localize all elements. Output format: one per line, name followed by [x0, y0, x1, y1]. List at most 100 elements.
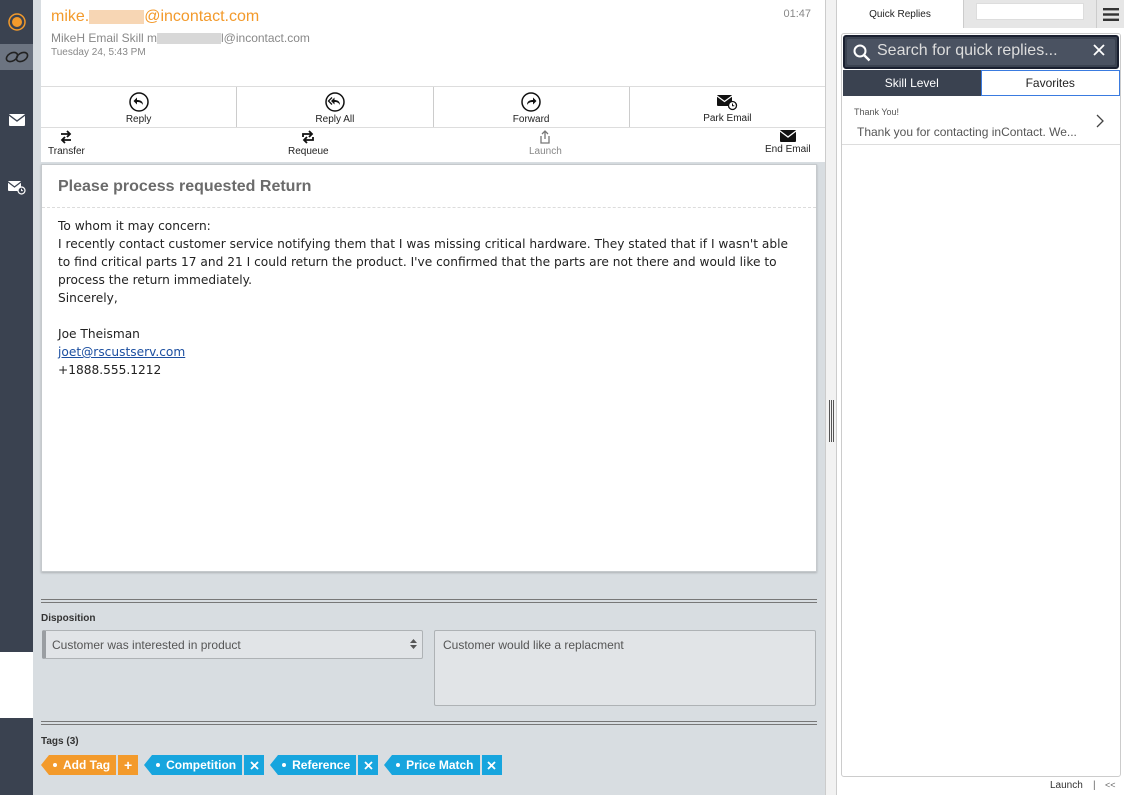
close-icon: [249, 760, 259, 770]
quick-reply-search-input[interactable]: Search for quick replies...: [877, 42, 1077, 60]
close-icon: [487, 760, 496, 770]
rail-blank-slot: [0, 652, 33, 718]
subject-divider: [42, 207, 816, 208]
email-action-toolbar: Reply Reply All Forward Park Email: [41, 86, 825, 128]
tab-bar-area: [963, 0, 1096, 28]
tags-divider: [41, 721, 817, 725]
remove-tag-button[interactable]: [481, 755, 502, 775]
footer-bar: Launch | <<: [837, 777, 1124, 795]
skill-suffix: l@incontact.com: [221, 31, 310, 45]
disposition-label: Disposition: [41, 613, 96, 624]
signature-phone: +1888.555.1212: [58, 363, 162, 377]
tag-label: Competition: [166, 758, 237, 772]
quick-reply-filter-toggle: Skill Level Favorites: [843, 70, 1120, 96]
park-email-button[interactable]: Park Email: [630, 87, 825, 127]
select-arrows-icon: [410, 639, 417, 649]
tag-chip: Competition: [144, 755, 243, 775]
email-content-card: Please process requested Return To whom …: [41, 164, 817, 572]
transfer-button[interactable]: Transfer: [48, 130, 85, 157]
toggle-skill-level[interactable]: Skill Level: [843, 70, 981, 96]
reply-all-icon: [325, 91, 345, 112]
collapse-panel-button[interactable]: <<: [1105, 780, 1116, 790]
requeue-button[interactable]: Requeue: [288, 130, 329, 157]
disposition-select[interactable]: Customer was interested in product: [42, 630, 423, 659]
reply-all-label: Reply All: [315, 113, 355, 125]
pane-splitter[interactable]: [825, 0, 837, 795]
end-email-label: End Email: [765, 144, 811, 155]
status-icon: [7, 13, 26, 31]
search-icon: [853, 44, 871, 62]
secondary-toolbar: Transfer Requeue Launch End Email: [41, 128, 825, 162]
tag-dot: [53, 763, 57, 767]
disposition-selected: Customer was interested in product: [52, 638, 241, 652]
transfer-icon: [61, 130, 72, 144]
from-prefix: mike.: [51, 8, 90, 25]
link-icon: [5, 51, 28, 63]
disposition-notes[interactable]: Customer would like a replacment: [434, 630, 816, 706]
quick-replies-panel: Search for quick replies... Skill Level …: [841, 33, 1121, 777]
disposition-divider: [41, 599, 817, 603]
park-email-icon: [717, 94, 738, 110]
add-tag-button[interactable]: Add Tag: [40, 755, 117, 775]
splitter-grip-icon[interactable]: [829, 400, 834, 442]
footer-separator: |: [1093, 780, 1096, 791]
rail-email-button[interactable]: [0, 94, 33, 146]
hamburger-menu-icon: [1102, 7, 1119, 21]
tag-chip: Price Match: [384, 755, 480, 775]
footer-launch-link[interactable]: Launch: [1050, 780, 1083, 791]
signature-name: Joe Theisman: [58, 327, 140, 341]
redacted-block: [157, 32, 222, 44]
requeue-icon: [302, 130, 315, 144]
tag-dot: [282, 763, 287, 767]
tag-chip: Reference: [270, 755, 357, 775]
contact-timer: 01:47: [783, 8, 811, 20]
menu-button[interactable]: [1096, 0, 1124, 28]
rail-parked-email-button[interactable]: [0, 170, 33, 206]
close-icon: [364, 760, 373, 770]
park-email-label: Park Email: [703, 112, 752, 124]
transfer-label: Transfer: [48, 146, 85, 157]
reply-all-button[interactable]: Reply All: [237, 87, 434, 127]
share-icon: [540, 130, 551, 144]
end-email-button[interactable]: End Email: [765, 130, 811, 155]
email-subject: Please process requested Return: [58, 178, 312, 195]
forward-icon: [521, 91, 541, 112]
quick-reply-title: Thank You!: [854, 107, 900, 117]
add-tag-label: Add Tag: [63, 758, 111, 772]
forward-label: Forward: [512, 113, 550, 125]
email-header: mike. @incontact.com MikeH Email Skill m…: [41, 0, 825, 86]
tags-label: Tags (3): [41, 736, 79, 747]
launch-label: Launch: [529, 146, 562, 157]
tab-quick-replies[interactable]: Quick Replies: [837, 0, 963, 28]
reply-button[interactable]: Reply: [41, 87, 238, 127]
from-address: mike. @incontact.com: [51, 8, 259, 26]
email-body: To whom it may concern: I recently conta…: [58, 217, 798, 379]
chevron-right-icon: [1096, 114, 1104, 128]
launch-button[interactable]: Launch: [529, 130, 562, 157]
envelope-icon: [8, 114, 25, 126]
link-button[interactable]: [0, 44, 33, 70]
status-indicator[interactable]: [0, 0, 33, 44]
skill-prefix: MikeH Email Skill m: [51, 31, 158, 45]
add-tag-plus-button[interactable]: +: [118, 755, 139, 775]
clear-search-icon[interactable]: [1093, 44, 1105, 56]
remove-tag-button[interactable]: [244, 755, 265, 775]
tag-dot: [156, 763, 161, 767]
tag-label: Reference: [292, 758, 351, 772]
quick-reply-item[interactable]: Thank You! Thank you for contacting inCo…: [842, 98, 1120, 145]
tag-label: Price Match: [406, 758, 474, 772]
from-suffix: @incontact.com: [144, 8, 260, 25]
body-greeting: To whom it may concern:: [58, 219, 211, 233]
parked-email-icon: [7, 181, 26, 195]
body-blank-line: [58, 307, 798, 325]
reply-label: Reply: [125, 113, 152, 125]
forward-button[interactable]: Forward: [434, 87, 630, 127]
signature-email-link[interactable]: joet@rscustserv.com: [58, 345, 185, 359]
left-rail: [0, 0, 33, 795]
tab-blank-field[interactable]: [976, 3, 1084, 20]
toggle-favorites[interactable]: Favorites: [980, 70, 1120, 96]
quick-reply-search-bar: Search for quick replies...: [843, 35, 1119, 69]
skill-line: MikeH Email Skill m l@incontact.com: [51, 31, 310, 45]
body-closing: Sincerely,: [58, 291, 118, 305]
remove-tag-button[interactable]: [358, 755, 379, 775]
